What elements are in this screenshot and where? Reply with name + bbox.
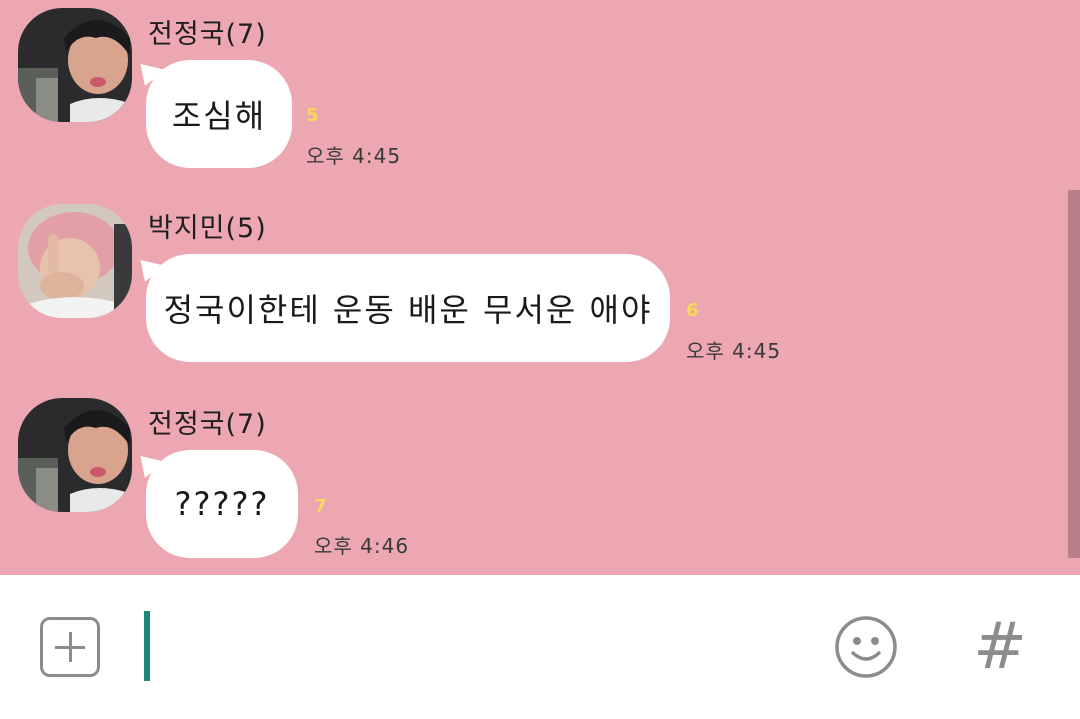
hashtag-icon[interactable]: # (968, 611, 1032, 683)
timestamp: 오후 4:45 (686, 339, 782, 363)
timestamp: 오후 4:46 (314, 534, 410, 558)
sender-name: 전정국(7) (148, 19, 267, 50)
unread-count: 6 (686, 300, 699, 321)
unread-count: 5 (306, 105, 319, 126)
sender-name: 박지민(5) (148, 213, 267, 244)
avatar[interactable] (18, 204, 132, 318)
chat-area[interactable]: 전정국(7) 조심해 5 오후 4:45 박지민(5) 정국이한테 운동 배운 … (0, 0, 1080, 575)
avatar[interactable] (18, 398, 132, 512)
scrollbar[interactable] (1068, 190, 1080, 558)
message-input-bar: # (0, 575, 1080, 719)
text-caret (144, 611, 150, 681)
unread-count: 7 (314, 496, 327, 517)
message-input[interactable] (140, 605, 800, 689)
message-bubble[interactable]: 조심해 (146, 60, 292, 168)
timestamp: 오후 4:45 (306, 144, 402, 168)
message-bubble[interactable]: ????? (146, 450, 298, 558)
sender-name: 전정국(7) (148, 409, 267, 440)
avatar[interactable] (18, 8, 132, 122)
plus-icon[interactable] (40, 617, 100, 677)
smiley-icon[interactable] (834, 615, 898, 679)
message-bubble[interactable]: 정국이한테 운동 배운 무서운 애야 (146, 254, 670, 362)
